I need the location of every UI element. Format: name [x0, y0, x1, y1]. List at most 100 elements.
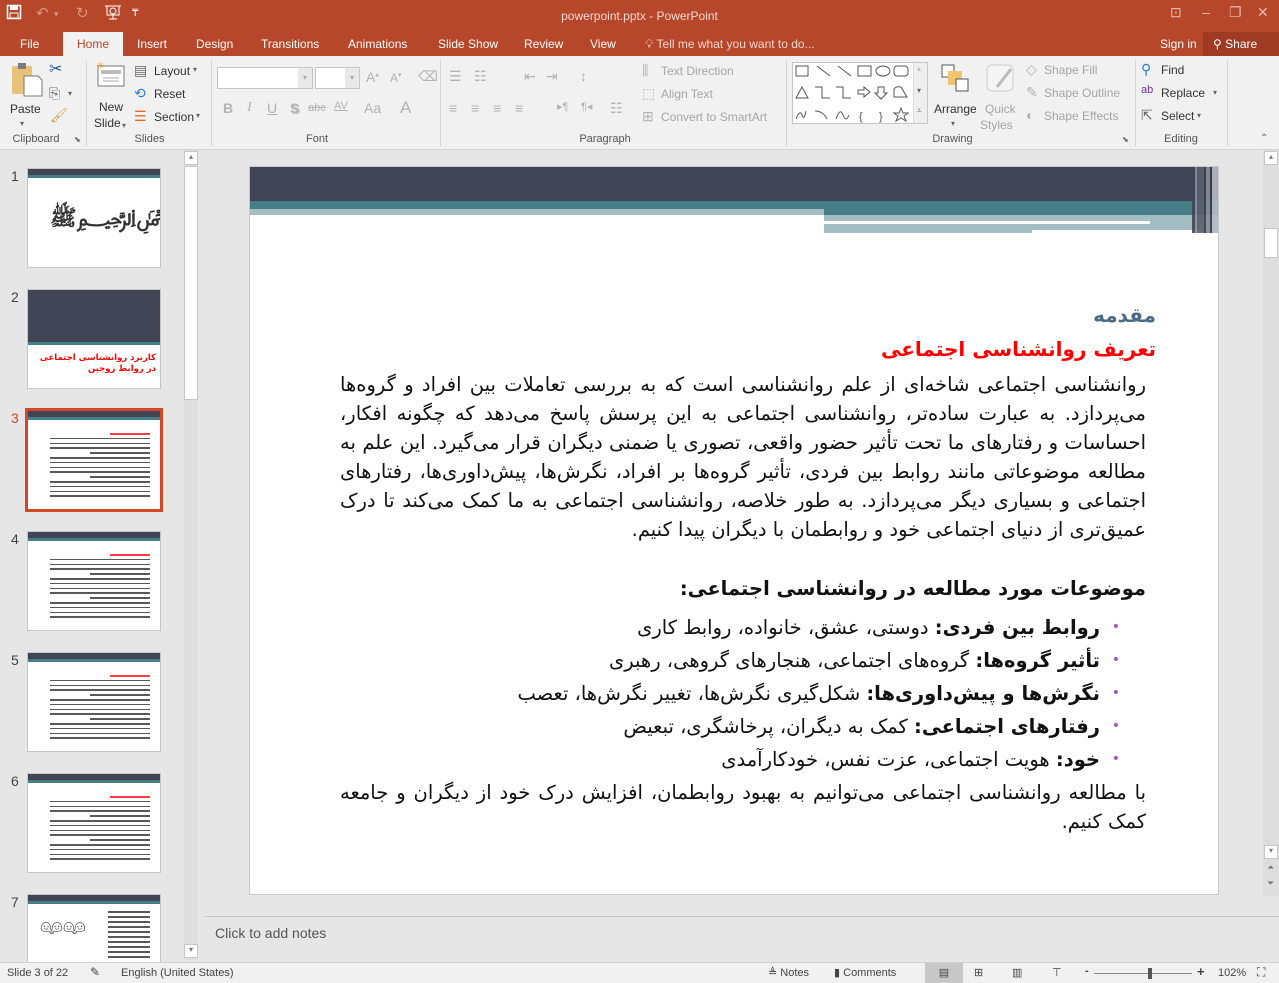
- slide-scrollbar[interactable]: ▴ ▾ ⏶ ⏷: [1263, 150, 1279, 896]
- underline-button[interactable]: U: [267, 101, 277, 115]
- slide-thumbnail-4[interactable]: [27, 531, 161, 631]
- collapse-ribbon-icon[interactable]: ⌃: [1260, 134, 1268, 144]
- shapes-gallery[interactable]: {} ▴ ▾ ⩡: [792, 62, 928, 124]
- strikethrough-button[interactable]: abc: [308, 103, 326, 114]
- fit-to-window-icon[interactable]: ⛶: [1257, 965, 1265, 980]
- tab-animations[interactable]: Animations: [338, 32, 417, 56]
- italic-button[interactable]: I: [247, 101, 252, 115]
- arrange-button[interactable]: Arrange ▾: [932, 60, 978, 132]
- scrollbar-thumb[interactable]: [184, 166, 198, 400]
- replace-button[interactable]: ab Replace ▾: [1141, 85, 1231, 103]
- copy-icon[interactable]: ⎘: [49, 86, 60, 100]
- reset-button[interactable]: ⟲ Reset: [134, 85, 194, 103]
- cut-icon[interactable]: ✂: [49, 62, 62, 78]
- justify-icon[interactable]: ≡: [515, 101, 523, 115]
- line-spacing-icon[interactable]: ↕: [580, 69, 587, 83]
- align-text-button[interactable]: ⬚ Align Text: [642, 86, 732, 104]
- gallery-more-icon[interactable]: ⩡: [917, 107, 922, 115]
- tab-review[interactable]: Review: [514, 32, 573, 56]
- font-name-combo[interactable]: ▾: [217, 67, 313, 89]
- font-name-dropdown-icon[interactable]: ▾: [298, 68, 312, 88]
- tab-design[interactable]: Design: [186, 32, 243, 56]
- slide-thumbnail-7[interactable]: 👫︎👫︎: [27, 894, 161, 963]
- notes-placeholder[interactable]: Click to add notes: [215, 925, 326, 941]
- zoom-in-icon[interactable]: +: [1197, 964, 1205, 979]
- slide-thumbnail-3[interactable]: [25, 408, 163, 512]
- ribbon-display-options-icon[interactable]: ⊡: [1170, 4, 1182, 21]
- drawing-launcher-icon[interactable]: ⬊: [1122, 136, 1129, 144]
- align-center-icon[interactable]: ≡: [471, 101, 479, 115]
- slide-thumbnail-6[interactable]: [27, 773, 161, 873]
- quick-styles-button[interactable]: Quick Styles: [980, 60, 1022, 132]
- shape-fill-button[interactable]: ◇ Shape Fill: [1026, 62, 1136, 80]
- restore-icon[interactable]: ❐: [1229, 4, 1242, 21]
- select-button[interactable]: ⇱ Select ▾: [1141, 108, 1211, 126]
- zoom-out-icon[interactable]: -: [1085, 965, 1089, 977]
- character-spacing-button[interactable]: AV: [334, 101, 348, 112]
- shape-effects-button[interactable]: ◐ Shape Effects: [1026, 108, 1136, 126]
- clipboard-launcher-icon[interactable]: ⬊: [74, 136, 81, 144]
- notes-toggle[interactable]: ≜ Notes: [768, 966, 809, 979]
- gallery-scroll-up-icon[interactable]: ▴: [917, 65, 921, 73]
- share-button[interactable]: ⚲ Share: [1203, 32, 1279, 56]
- previous-slide-icon[interactable]: ⏶: [1267, 862, 1274, 873]
- tab-insert[interactable]: Insert: [127, 32, 177, 56]
- tell-me-box[interactable]: 💡︎ Tell me what you want to do...: [645, 32, 815, 56]
- rtl-icon[interactable]: ¶◂: [581, 102, 592, 113]
- ltr-icon[interactable]: ▸¶: [557, 102, 568, 113]
- scroll-up-icon[interactable]: ▴: [1264, 151, 1278, 165]
- paste-button[interactable]: Paste ▾: [6, 60, 46, 132]
- decrease-indent-icon[interactable]: ⇤: [524, 69, 536, 83]
- scroll-down-icon[interactable]: ▾: [1264, 845, 1278, 859]
- minimize-icon[interactable]: –: [1202, 4, 1210, 20]
- tab-view[interactable]: View: [580, 32, 626, 56]
- numbering-icon[interactable]: ☷: [474, 69, 487, 83]
- slide-thumbnail-5[interactable]: [27, 652, 161, 752]
- font-color-button[interactable]: A: [400, 99, 411, 116]
- align-right-icon[interactable]: ≡: [493, 101, 501, 115]
- decrease-font-icon[interactable]: A▾: [390, 72, 402, 84]
- format-painter-icon[interactable]: 🖌︎: [50, 108, 68, 122]
- scroll-down-icon[interactable]: ▾: [184, 944, 198, 958]
- spell-check-icon[interactable]: ✎: [90, 965, 100, 979]
- zoom-slider[interactable]: [1094, 968, 1192, 979]
- language-indicator[interactable]: English (United States): [121, 967, 234, 979]
- bullets-icon[interactable]: ☰: [449, 69, 462, 83]
- clear-formatting-icon[interactable]: ⌫: [418, 69, 438, 83]
- tab-transitions[interactable]: Transitions: [251, 32, 329, 56]
- slide-canvas[interactable]: مقدمه تعریف روانشناسی اجتماعی روانشناسی …: [249, 166, 1219, 895]
- align-left-icon[interactable]: ≡: [449, 101, 457, 115]
- layout-button[interactable]: ▤ Layout ▾: [134, 62, 204, 80]
- copy-dropdown-icon[interactable]: ▾: [68, 90, 72, 98]
- zoom-level[interactable]: 102%: [1218, 967, 1246, 979]
- tab-file[interactable]: File: [10, 32, 49, 56]
- convert-smartart-button[interactable]: ⊞ Convert to SmartArt: [642, 109, 782, 127]
- reading-view-button[interactable]: ▥: [1012, 966, 1022, 979]
- zoom-slider-thumb[interactable]: [1148, 968, 1152, 979]
- columns-icon[interactable]: ☷: [610, 101, 623, 115]
- gallery-scroll-down-icon[interactable]: ▾: [917, 87, 921, 95]
- bold-button[interactable]: B: [223, 101, 233, 115]
- slide-thumbnail-2[interactable]: کاربرد روانشناسی اجتماعی در روابط زوجین: [27, 289, 161, 389]
- comments-toggle[interactable]: ▮ Comments: [834, 966, 896, 979]
- tab-slide-show[interactable]: Slide Show: [428, 32, 508, 56]
- text-direction-button[interactable]: ⫼ Text Direction: [642, 63, 752, 81]
- increase-font-icon[interactable]: A▴: [366, 70, 379, 84]
- scroll-up-icon[interactable]: ▴: [184, 151, 198, 165]
- slide-thumbnail-1[interactable]: ﷺ﷽: [27, 168, 161, 268]
- notes-pane[interactable]: Click to add notes: [205, 916, 1279, 962]
- section-button[interactable]: ☰ Section ▾: [134, 108, 206, 126]
- thumbnails-scrollbar[interactable]: ▴ ▾: [184, 150, 198, 960]
- close-icon[interactable]: ✕: [1257, 4, 1269, 21]
- sign-in-link[interactable]: Sign in: [1160, 32, 1197, 56]
- shadow-button[interactable]: S: [290, 101, 299, 115]
- normal-view-button[interactable]: ▤: [925, 963, 963, 983]
- scrollbar-thumb[interactable]: [1264, 228, 1278, 258]
- find-button[interactable]: ⚲ Find: [1141, 62, 1201, 80]
- shape-outline-button[interactable]: ✎ Shape Outline: [1026, 85, 1136, 103]
- new-slide-button[interactable]: ✳ New Slide ▾: [92, 60, 130, 132]
- change-case-button[interactable]: Aa: [364, 101, 381, 115]
- tab-home[interactable]: Home: [63, 32, 123, 56]
- slideshow-button[interactable]: ⊤: [1052, 966, 1062, 979]
- increase-indent-icon[interactable]: ⇥: [546, 69, 558, 83]
